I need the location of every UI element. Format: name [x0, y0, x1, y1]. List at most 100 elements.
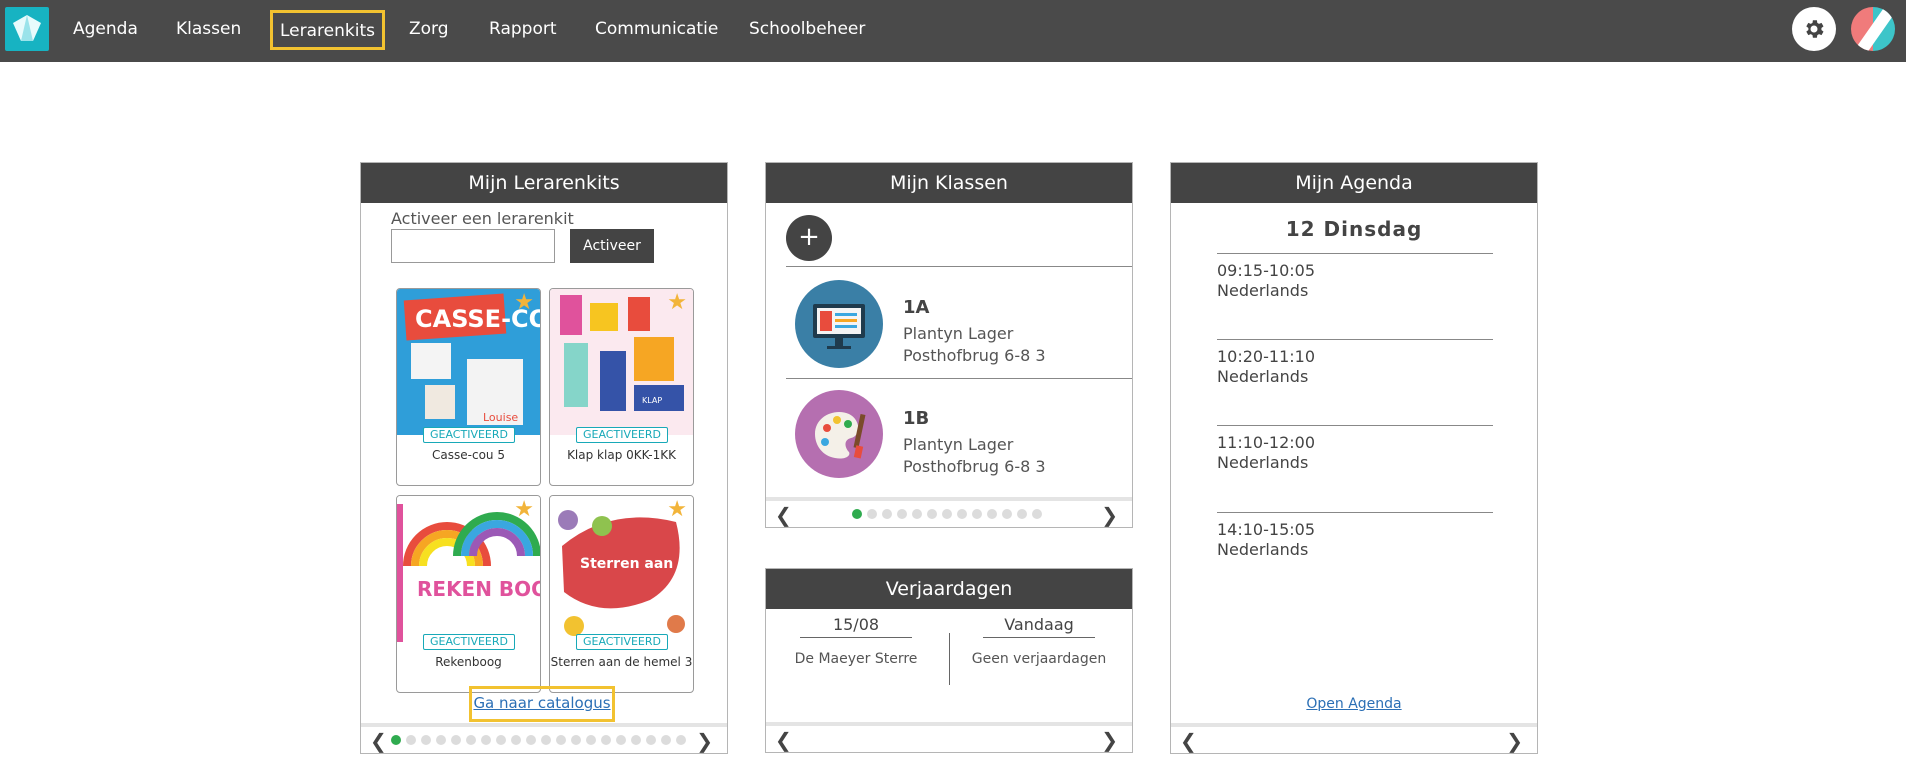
- settings-button[interactable]: [1792, 7, 1836, 51]
- pager-dot[interactable]: [481, 735, 491, 745]
- pager-dot[interactable]: [496, 735, 506, 745]
- favorite-star-icon[interactable]: ★: [667, 292, 687, 314]
- pager-dot[interactable]: [541, 735, 551, 745]
- nav-agenda[interactable]: Agenda: [73, 0, 138, 62]
- app-logo[interactable]: [5, 7, 49, 51]
- divider: [786, 378, 1132, 379]
- agenda-subject[interactable]: Nederlands: [1217, 281, 1308, 300]
- add-class-button[interactable]: +: [786, 215, 832, 261]
- agenda-subject[interactable]: Nederlands: [1217, 453, 1308, 472]
- pager-dot[interactable]: [1017, 509, 1027, 519]
- pager-dot[interactable]: [927, 509, 937, 519]
- favorite-star-icon[interactable]: ★: [514, 292, 534, 314]
- activate-code-input[interactable]: [391, 229, 555, 263]
- kit-card-rekenboog[interactable]: REKEN BOOG ★ GEACTIVEERD Rekenboog: [396, 495, 541, 693]
- agenda-title: Mijn Agenda: [1171, 163, 1537, 203]
- nav-klassen[interactable]: Klassen: [176, 0, 241, 62]
- pager-dot[interactable]: [646, 735, 656, 745]
- top-navigation-bar: Agenda Klassen Lerarenkits Zorg Rapport …: [0, 0, 1906, 62]
- pager-dot[interactable]: [511, 735, 521, 745]
- nav-rapport[interactable]: Rapport: [489, 0, 557, 62]
- divider: [1217, 253, 1493, 254]
- prev-arrow-icon[interactable]: ❮: [775, 505, 792, 525]
- next-arrow-icon[interactable]: ❯: [1101, 505, 1118, 525]
- pager-dots: [391, 735, 686, 745]
- pager-dot[interactable]: [676, 735, 686, 745]
- kit-cover-name: Louise: [483, 411, 518, 424]
- nav-lerarenkits[interactable]: Lerarenkits: [270, 10, 385, 50]
- catalog-link[interactable]: Ga naar catalogus: [469, 686, 615, 722]
- pager-dot[interactable]: [987, 509, 997, 519]
- gear-icon: [1806, 20, 1824, 38]
- prev-arrow-icon[interactable]: ❮: [775, 730, 792, 750]
- pager-dot[interactable]: [436, 735, 446, 745]
- nav-schoolbeheer[interactable]: Schoolbeheer: [749, 0, 865, 62]
- pager-dot[interactable]: [466, 735, 476, 745]
- open-agenda-link[interactable]: Open Agenda: [1171, 696, 1537, 712]
- favorite-star-icon[interactable]: ★: [667, 499, 687, 521]
- activate-label: Activeer een lerarenkit: [391, 209, 574, 228]
- class-school: Plantyn Lager: [903, 435, 1014, 454]
- favorite-star-icon[interactable]: ★: [514, 499, 534, 521]
- next-arrow-icon[interactable]: ❯: [1101, 730, 1118, 750]
- agenda-subject[interactable]: Nederlands: [1217, 540, 1308, 559]
- pager-dot[interactable]: [897, 509, 907, 519]
- class-school: Plantyn Lager: [903, 324, 1014, 343]
- pager-dot[interactable]: [942, 509, 952, 519]
- activate-button[interactable]: Activeer: [570, 229, 654, 263]
- pager-dot[interactable]: [957, 509, 967, 519]
- class-name: 1B: [903, 408, 930, 429]
- palette-icon: [795, 390, 883, 478]
- pager-dot[interactable]: [1032, 509, 1042, 519]
- activated-badge: GEACTIVEERD: [423, 427, 515, 443]
- klassen-title: Mijn Klassen: [766, 163, 1132, 203]
- verjaardagen-panel: Verjaardagen 15/08 De Maeyer Sterre Vand…: [765, 568, 1133, 753]
- kit-card-casse-cou[interactable]: CASSE-COU Louise ★ GEACTIVEERD Casse-cou…: [396, 288, 541, 486]
- kit-card-sterren-aan-de-hemel[interactable]: Sterren aan de hemel ★ GEACTIVEERD Sterr…: [549, 495, 694, 693]
- pager-dot[interactable]: [852, 509, 862, 519]
- pager-dot[interactable]: [556, 735, 566, 745]
- agenda-time: 10:20-11:10: [1217, 347, 1315, 366]
- pager-dot[interactable]: [867, 509, 877, 519]
- divider: [1217, 339, 1493, 340]
- agenda-pager: ❮ ❯: [1171, 723, 1537, 753]
- kit-title: Rekenboog: [435, 655, 502, 669]
- kit-cover-text: KLAP: [642, 396, 662, 405]
- agenda-subject[interactable]: Nederlands: [1217, 367, 1308, 386]
- pager-dot[interactable]: [406, 735, 416, 745]
- pager-dot[interactable]: [391, 735, 401, 745]
- pager-dot[interactable]: [882, 509, 892, 519]
- pager-dot[interactable]: [661, 735, 671, 745]
- pager-dot[interactable]: [571, 735, 581, 745]
- prev-arrow-icon[interactable]: ❮: [1180, 731, 1197, 751]
- pager-dot[interactable]: [421, 735, 431, 745]
- pager-dot[interactable]: [616, 735, 626, 745]
- nav-communicatie[interactable]: Communicatie: [595, 0, 718, 62]
- pager-dots: [852, 509, 1042, 519]
- kit-title: Sterren aan de hemel 3: [550, 655, 693, 669]
- pager-dot[interactable]: [912, 509, 922, 519]
- activated-badge: GEACTIVEERD: [576, 634, 668, 650]
- birthday-none: Geen verjaardagen: [971, 651, 1107, 667]
- pager-dot[interactable]: [1002, 509, 1012, 519]
- next-arrow-icon[interactable]: ❯: [696, 731, 713, 751]
- lerarenkits-title: Mijn Lerarenkits: [361, 163, 727, 203]
- agenda-time: 14:10-15:05: [1217, 520, 1315, 539]
- kit-card-klap-klap[interactable]: KLAP ★ GEACTIVEERD Klap klap 0KK-1KK: [549, 288, 694, 486]
- next-arrow-icon[interactable]: ❯: [1506, 731, 1523, 751]
- agenda-time: 09:15-10:05: [1217, 261, 1315, 280]
- agenda-panel: Mijn Agenda 12 Dinsdag 09:15-10:05 Neder…: [1170, 162, 1538, 754]
- nav-zorg[interactable]: Zorg: [409, 0, 449, 62]
- pager-dot[interactable]: [601, 735, 611, 745]
- user-avatar[interactable]: [1851, 7, 1895, 51]
- pager-dot[interactable]: [586, 735, 596, 745]
- pager-dot[interactable]: [451, 735, 461, 745]
- class-location: Posthofbrug 6-8 3: [903, 346, 1046, 365]
- divider: [786, 266, 1132, 267]
- klassen-pager: ❮ ❯: [766, 497, 1132, 527]
- pager-dot[interactable]: [631, 735, 641, 745]
- pager-dot[interactable]: [972, 509, 982, 519]
- prev-arrow-icon[interactable]: ❮: [370, 731, 387, 751]
- pager-dot[interactable]: [526, 735, 536, 745]
- class-name: 1A: [903, 297, 930, 318]
